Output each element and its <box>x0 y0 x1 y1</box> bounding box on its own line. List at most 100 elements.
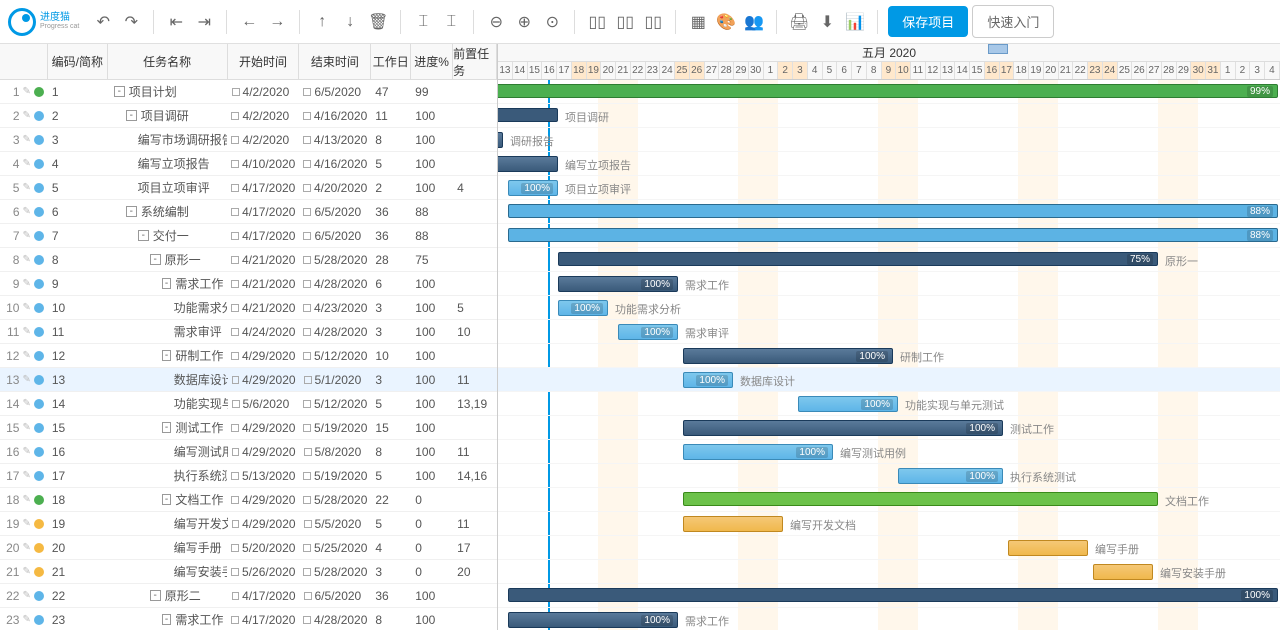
gantt-bar[interactable]: 100%功能实现与单元测试 <box>798 396 898 412</box>
gantt-bar[interactable]: 编写开发文档 <box>683 516 783 532</box>
grid-icon[interactable]: ▦ <box>686 10 710 34</box>
edit-icon[interactable]: ✎ <box>22 518 30 529</box>
splitter-handle[interactable] <box>988 44 1008 54</box>
edit-icon[interactable]: ✎ <box>22 446 30 457</box>
print-icon[interactable]: 🖨 <box>787 10 811 34</box>
gantt-bar[interactable]: 75%原形一 <box>558 252 1158 266</box>
toggle-icon[interactable]: - <box>126 206 137 217</box>
table-row[interactable]: 12✎12-研制工作4/29/20205/12/202010100 <box>0 344 497 368</box>
table-row[interactable]: 17✎17执行系统测试5/13/20205/19/2020510014,16 <box>0 464 497 488</box>
gantt-bar[interactable]: 100%功能需求分析 <box>558 300 608 316</box>
table-row[interactable]: 21✎21编写安装手册5/26/20205/28/20203020 <box>0 560 497 584</box>
gantt-bar[interactable]: 100%研制工作 <box>683 348 893 364</box>
table-row[interactable]: 23✎23-需求工作4/17/20204/28/20208100 <box>0 608 497 630</box>
layout2-icon[interactable]: ▯▯ <box>613 10 637 34</box>
table-row[interactable]: 18✎18-文档工作4/29/20205/28/2020220 <box>0 488 497 512</box>
col-start[interactable]: 开始时间 <box>228 44 300 79</box>
arrow-right-icon[interactable]: → <box>265 10 289 34</box>
edit-icon[interactable]: ✎ <box>22 398 30 409</box>
gantt-bar[interactable]: 100%编写测试用例 <box>683 444 833 460</box>
gantt-bar[interactable]: 100%需求审评 <box>618 324 678 340</box>
save-button[interactable]: 保存项目 <box>888 6 968 37</box>
edit-icon[interactable]: ✎ <box>22 542 30 553</box>
table-row[interactable]: 8✎8-原形一4/21/20205/28/20202875 <box>0 248 497 272</box>
toggle-icon[interactable]: - <box>162 614 172 625</box>
gantt-bar[interactable]: 调研报告 <box>498 132 503 148</box>
edit-icon[interactable]: ✎ <box>22 278 30 289</box>
col-prog[interactable]: 进度% <box>411 44 453 79</box>
edit-icon[interactable]: ✎ <box>22 566 30 577</box>
gantt-bar[interactable]: 88% <box>508 204 1278 218</box>
gantt-bar[interactable]: 100%需求工作 <box>508 612 678 628</box>
edit-icon[interactable]: ✎ <box>22 302 30 313</box>
toggle-icon[interactable]: - <box>162 494 172 505</box>
table-row[interactable]: 19✎19编写开发文档4/29/20205/5/20205011 <box>0 512 497 536</box>
table-row[interactable]: 7✎7-交付一4/17/20206/5/20203688 <box>0 224 497 248</box>
quickstart-button[interactable]: 快速入门 <box>972 5 1054 38</box>
arrow-up-icon[interactable]: ↑ <box>310 10 334 34</box>
edit-icon[interactable]: ✎ <box>22 326 30 337</box>
export-icon[interactable]: 📊 <box>843 10 867 34</box>
layout3-icon[interactable]: ▯▯ <box>641 10 665 34</box>
align-bottom-icon[interactable]: ⌶ <box>439 10 463 34</box>
col-name[interactable]: 任务名称 <box>108 44 228 79</box>
table-row[interactable]: 16✎16编写测试用例4/29/20205/8/2020810011 <box>0 440 497 464</box>
table-row[interactable]: 9✎9-需求工作4/21/20204/28/20206100 <box>0 272 497 296</box>
edit-icon[interactable]: ✎ <box>22 494 30 505</box>
edit-icon[interactable]: ✎ <box>23 86 31 97</box>
edit-icon[interactable]: ✎ <box>22 470 30 481</box>
indent-icon[interactable]: ⇥ <box>192 10 216 34</box>
table-row[interactable]: 20✎20编写手册5/20/20205/25/20204017 <box>0 536 497 560</box>
gantt-bar[interactable]: 编写立项报告 <box>498 156 558 172</box>
gantt-bar[interactable]: 100%测试工作 <box>683 420 1003 436</box>
table-row[interactable]: 11✎11需求审评4/24/20204/28/2020310010 <box>0 320 497 344</box>
col-days[interactable]: 工作日 <box>371 44 411 79</box>
edit-icon[interactable]: ✎ <box>23 110 31 121</box>
table-row[interactable]: 3✎3编写市场调研报告4/2/20204/13/20208100 <box>0 128 497 152</box>
edit-icon[interactable]: ✎ <box>22 254 30 265</box>
redo-icon[interactable]: ↷ <box>119 10 143 34</box>
gantt-bar[interactable]: 100% <box>508 588 1278 602</box>
delete-icon[interactable]: 🗑 <box>366 10 390 34</box>
arrow-down-icon[interactable]: ↓ <box>338 10 362 34</box>
edit-icon[interactable]: ✎ <box>23 230 31 241</box>
col-pred[interactable]: 前置任务 <box>453 44 497 79</box>
table-row[interactable]: 22✎22-原形二4/17/20206/5/202036100 <box>0 584 497 608</box>
edit-icon[interactable]: ✎ <box>22 590 30 601</box>
gantt-bar[interactable]: 99% <box>498 84 1278 98</box>
table-row[interactable]: 5✎5项目立项审评4/17/20204/20/202021004 <box>0 176 497 200</box>
toggle-icon[interactable]: - <box>150 254 161 265</box>
gantt-bar[interactable]: 编写手册 <box>1008 540 1088 556</box>
gantt-bar[interactable]: 文档工作 <box>683 492 1158 506</box>
edit-icon[interactable]: ✎ <box>23 206 31 217</box>
palette-icon[interactable]: 🎨 <box>714 10 738 34</box>
gantt-bar[interactable]: 100%项目立项审评 <box>508 180 558 196</box>
table-row[interactable]: 14✎14功能实现与单5/6/20205/12/2020510013,19 <box>0 392 497 416</box>
table-row[interactable]: 10✎10功能需求分析4/21/20204/23/202031005 <box>0 296 497 320</box>
table-row[interactable]: 4✎4编写立项报告4/10/20204/16/20205100 <box>0 152 497 176</box>
gantt-bar[interactable]: 88% <box>508 228 1278 242</box>
edit-icon[interactable]: ✎ <box>22 422 30 433</box>
zoom-fit-icon[interactable]: ⊙ <box>540 10 564 34</box>
layout1-icon[interactable]: ▯▯ <box>585 10 609 34</box>
toggle-icon[interactable]: - <box>150 590 161 601</box>
table-row[interactable]: 2✎2-项目调研4/2/20204/16/202011100 <box>0 104 497 128</box>
gantt-bar[interactable]: 100%执行系统测试 <box>898 468 1003 484</box>
toggle-icon[interactable]: - <box>162 422 172 433</box>
table-row[interactable]: 1✎1-项目计划4/2/20206/5/20204799 <box>0 80 497 104</box>
table-row[interactable]: 15✎15-测试工作4/29/20205/19/202015100 <box>0 416 497 440</box>
zoom-in-icon[interactable]: ⊕ <box>512 10 536 34</box>
gantt-bar[interactable]: 100%需求工作 <box>558 276 678 292</box>
table-row[interactable]: 13✎13数据库设计4/29/20205/1/2020310011 <box>0 368 497 392</box>
gantt-bar[interactable]: 项目调研 <box>498 108 558 122</box>
col-code[interactable]: 编码/简称 <box>48 44 108 79</box>
table-row[interactable]: 6✎6-系统编制4/17/20206/5/20203688 <box>0 200 497 224</box>
users-icon[interactable]: 👥 <box>742 10 766 34</box>
outdent-icon[interactable]: ⇤ <box>164 10 188 34</box>
edit-icon[interactable]: ✎ <box>22 614 30 625</box>
zoom-out-icon[interactable]: ⊖ <box>484 10 508 34</box>
toggle-icon[interactable]: - <box>138 230 149 241</box>
edit-icon[interactable]: ✎ <box>22 158 30 169</box>
edit-icon[interactable]: ✎ <box>22 182 30 193</box>
toggle-icon[interactable]: - <box>126 110 137 121</box>
